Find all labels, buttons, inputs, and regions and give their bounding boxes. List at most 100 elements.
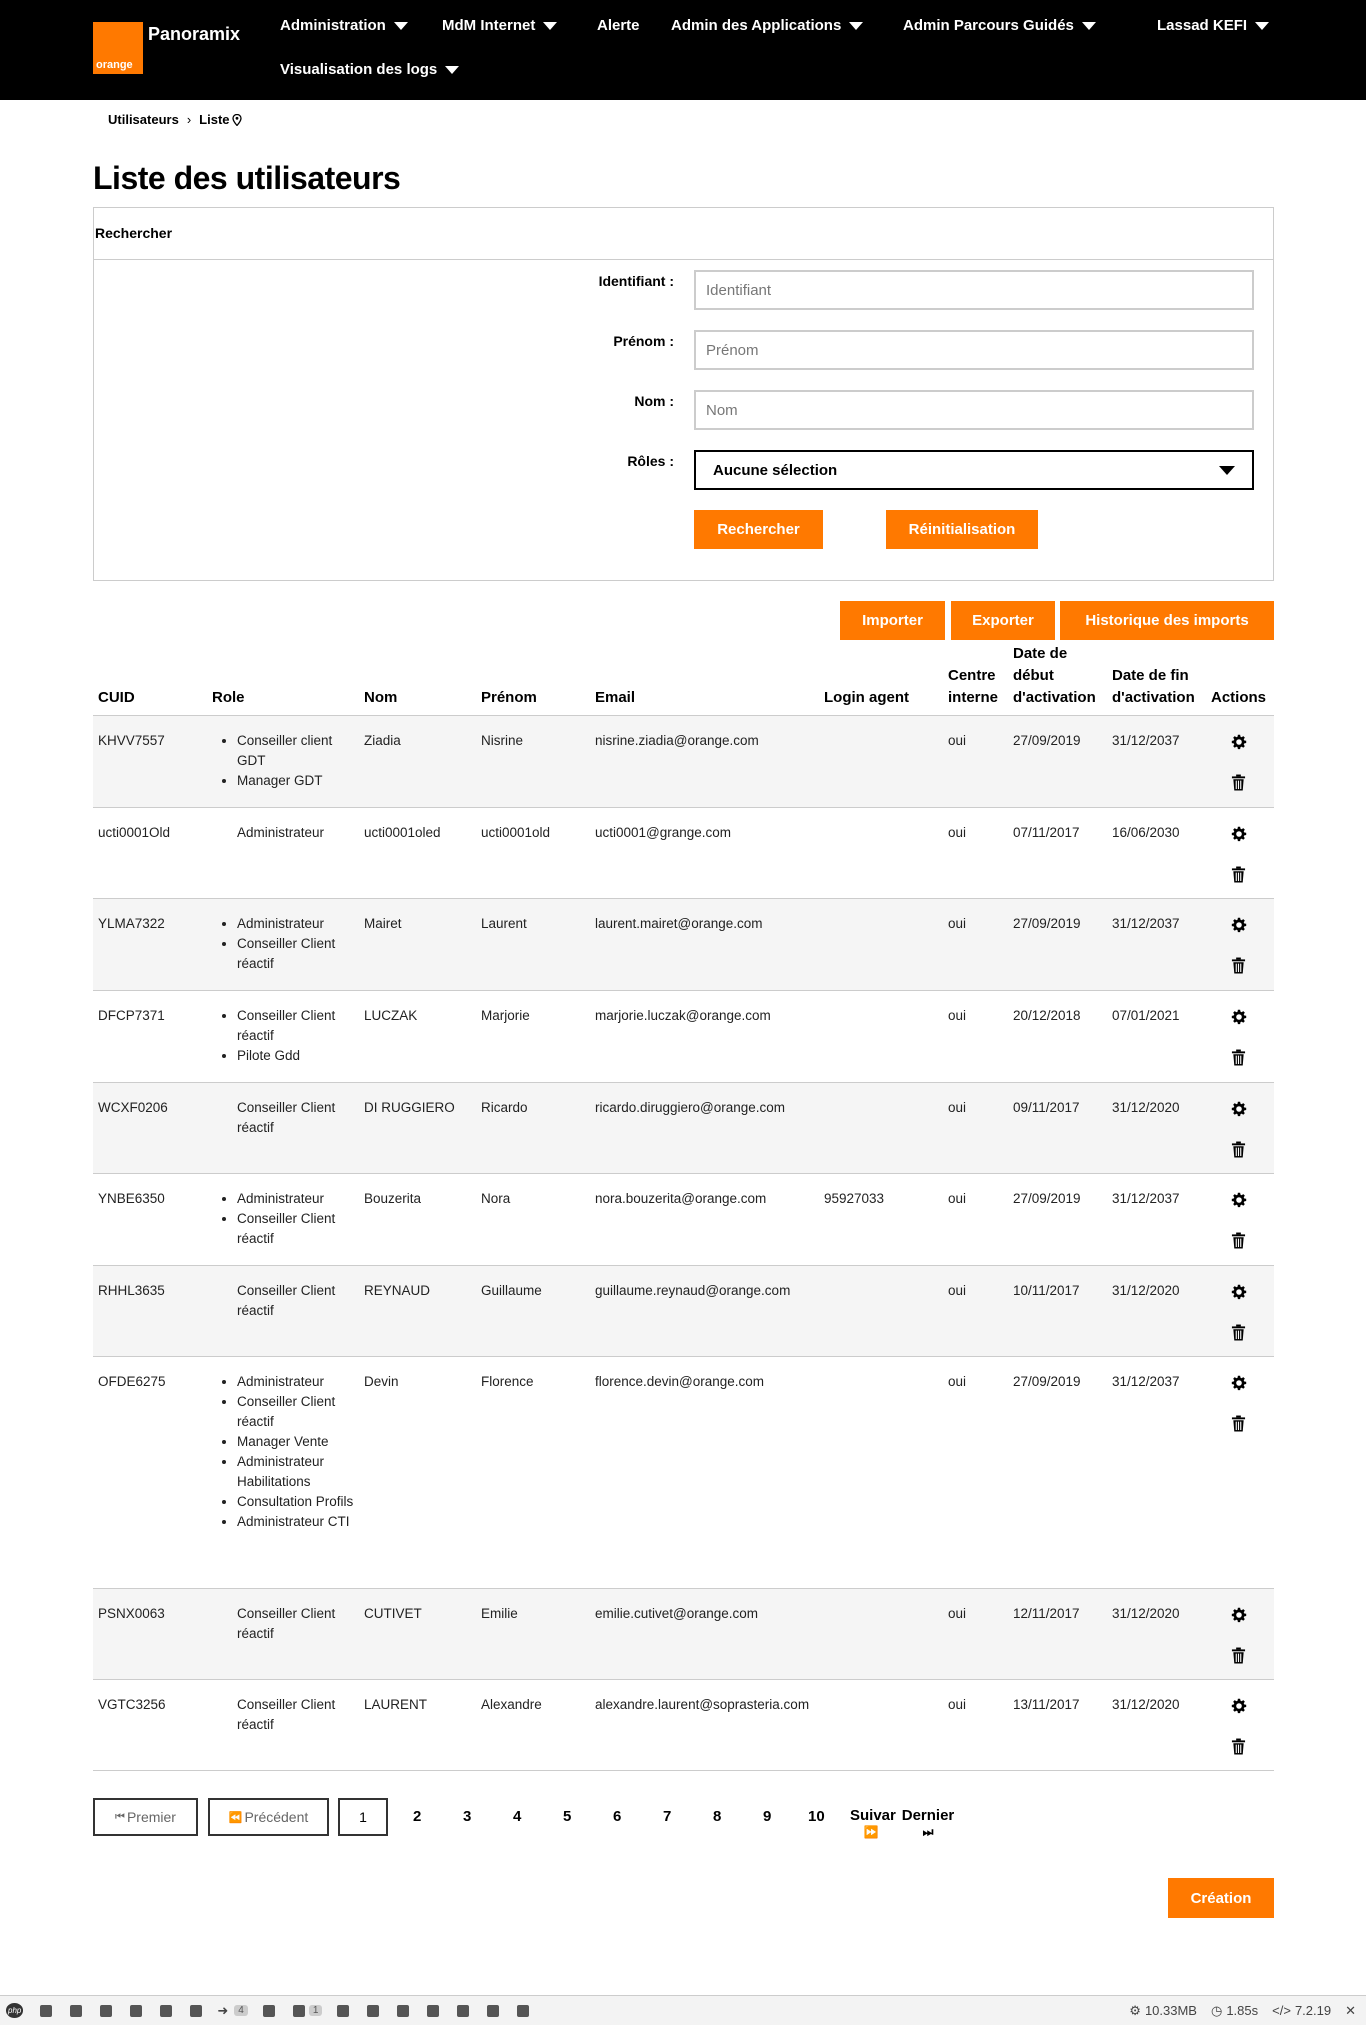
column-header[interactable]: Login agent [819, 646, 943, 715]
pagination-page-current[interactable]: 1 [338, 1798, 388, 1836]
prenom-input[interactable] [694, 330, 1254, 370]
search-button[interactable]: Rechercher [694, 510, 823, 549]
php-version[interactable]: 7.2.19 [1295, 2003, 1331, 2018]
briefcase-icon[interactable] [292, 2004, 305, 2017]
column-header[interactable]: Centre interne [943, 646, 1008, 715]
cell-date-fin: 31/12/2020 [1112, 1606, 1180, 1621]
gear-icon[interactable] [1231, 1284, 1249, 1304]
gear-icon[interactable] [1231, 826, 1249, 846]
trash-icon[interactable] [1231, 1415, 1249, 1435]
briefcase-icon[interactable] [517, 2004, 530, 2017]
tags-icon[interactable] [70, 2004, 83, 2017]
gear-icon[interactable] [1231, 1101, 1249, 1121]
pagination-last-label: Dernier [901, 1807, 955, 1824]
gear-icon[interactable] [1231, 1375, 1249, 1395]
nav-logs[interactable]: Visualisation des logs [280, 61, 460, 78]
trash-icon[interactable] [1231, 957, 1249, 977]
pagination-page-link[interactable]: 4 [513, 1808, 521, 1825]
pagination-first[interactable]: ⏮ Premier [93, 1798, 198, 1836]
nav-alerte[interactable]: Alerte [597, 17, 640, 34]
trash-icon[interactable] [1231, 774, 1249, 794]
nav-administration[interactable]: Administration [280, 17, 408, 34]
roles-select[interactable]: Aucune sélection [694, 450, 1254, 490]
trash-icon[interactable] [1231, 1049, 1249, 1069]
trash-icon[interactable] [1231, 866, 1249, 886]
briefcase-icon[interactable] [262, 2004, 275, 2017]
cell-date-fin: 16/06/2030 [1112, 825, 1180, 840]
briefcase-icon[interactable] [427, 2004, 440, 2017]
pagination-page-link[interactable]: 2 [413, 1808, 421, 1825]
column-header[interactable]: Email [590, 646, 819, 715]
nav-admin-applications[interactable]: Admin des Applications [671, 17, 864, 34]
cell-date-debut: 27/09/2019 [1013, 916, 1081, 931]
create-button[interactable]: Création [1168, 1878, 1274, 1918]
pagination-page-link[interactable]: 10 [808, 1808, 825, 1825]
cell-roles: Conseiller Client réactif [207, 1083, 359, 1173]
settings-icon[interactable] [160, 2004, 173, 2017]
role-item: Conseiller Client réactif [237, 1283, 336, 1318]
role-item: Consultation Profils [237, 1492, 354, 1512]
briefcase-icon[interactable] [397, 2004, 410, 2017]
briefcase-icon[interactable] [457, 2004, 470, 2017]
trash-icon[interactable] [1231, 1141, 1249, 1161]
reset-button[interactable]: Réinitialisation [886, 510, 1038, 549]
column-header[interactable]: Nom [359, 646, 476, 715]
gear-icon[interactable] [1231, 1009, 1249, 1029]
briefcase-icon[interactable] [337, 2004, 350, 2017]
identifiant-input[interactable] [694, 270, 1254, 310]
briefcase-icon[interactable] [487, 2004, 500, 2017]
list-icon[interactable] [100, 2004, 113, 2017]
column-header[interactable]: Role [207, 646, 359, 715]
close-icon[interactable]: ✕ [1345, 2003, 1356, 2019]
pagination-last[interactable]: Dernier ⏭ [899, 1808, 957, 1840]
nom-input[interactable] [694, 390, 1254, 430]
nav-admin-parcours[interactable]: Admin Parcours Guidés [903, 17, 1096, 34]
cell-roles: AdministrateurConseiller Client réactifM… [207, 1357, 359, 1588]
briefcase-icon[interactable] [367, 2004, 380, 2017]
column-header[interactable]: Date de début d'activation [1008, 645, 1107, 715]
role-item: Administrateur Habilitations [237, 1452, 354, 1492]
column-header[interactable]: CUID [93, 646, 207, 715]
orange-logo[interactable]: orange [93, 22, 143, 74]
gear-icon[interactable] [190, 2004, 203, 2017]
table-row: WCXF0206 Conseiller Client réactif DI RUGG… [93, 1083, 1274, 1174]
export-button[interactable]: Exporter [951, 601, 1055, 640]
cell-actions [1206, 1357, 1274, 1588]
trash-icon[interactable] [1231, 1324, 1249, 1344]
php-logo-icon[interactable]: php [6, 2003, 24, 2018]
messages-icon[interactable] [40, 2004, 53, 2017]
bug-icon[interactable] [130, 2004, 143, 2017]
cell-actions [1206, 1589, 1274, 1679]
request-time[interactable]: 1.85s [1226, 2003, 1258, 2018]
nav-mdm-internet[interactable]: MdM Internet [442, 17, 558, 34]
pagination-page-link[interactable]: 7 [663, 1808, 671, 1825]
pagination-page-link[interactable]: 8 [713, 1808, 721, 1825]
identifiant-label: Identifiant : [598, 273, 674, 289]
pagination-page-link[interactable]: 9 [763, 1808, 771, 1825]
gear-icon[interactable] [1231, 1607, 1249, 1627]
gear-icon[interactable] [1231, 1698, 1249, 1718]
pagination-prev[interactable]: ⏪ Précédent [208, 1798, 329, 1836]
memory-usage[interactable]: 10.33MB [1145, 2003, 1197, 2018]
pagination-page-link[interactable]: 3 [463, 1808, 471, 1825]
cell-centre: oui [948, 1100, 967, 1115]
import-history-button[interactable]: Historique des imports [1060, 601, 1274, 640]
nav-user-menu[interactable]: Lassad KEFI [1157, 17, 1270, 34]
trash-icon[interactable] [1231, 1647, 1249, 1667]
trash-icon[interactable] [1231, 1738, 1249, 1758]
gear-icon[interactable] [1231, 1192, 1249, 1212]
pagination-page-link[interactable]: 6 [613, 1808, 621, 1825]
gear-icon[interactable] [1231, 734, 1249, 754]
role-item: Conseiller client GDT [237, 731, 354, 771]
pagination-page-link[interactable]: 5 [563, 1808, 571, 1825]
app-brand[interactable]: Panoramix [148, 24, 240, 45]
pagination-next[interactable]: Suivar ⏩ [850, 1808, 896, 1840]
breadcrumb-parent[interactable]: Utilisateurs [108, 112, 179, 127]
cell-roles: AdministrateurConseiller Client réactif [207, 1174, 359, 1265]
column-header[interactable]: Prénom [476, 646, 590, 715]
column-header[interactable]: Date de fin d'activation [1107, 646, 1206, 715]
arrow-right-icon[interactable]: ➜ [217, 2003, 228, 2019]
trash-icon[interactable] [1231, 1232, 1249, 1252]
gear-icon[interactable] [1231, 917, 1249, 937]
import-button[interactable]: Importer [840, 601, 945, 640]
